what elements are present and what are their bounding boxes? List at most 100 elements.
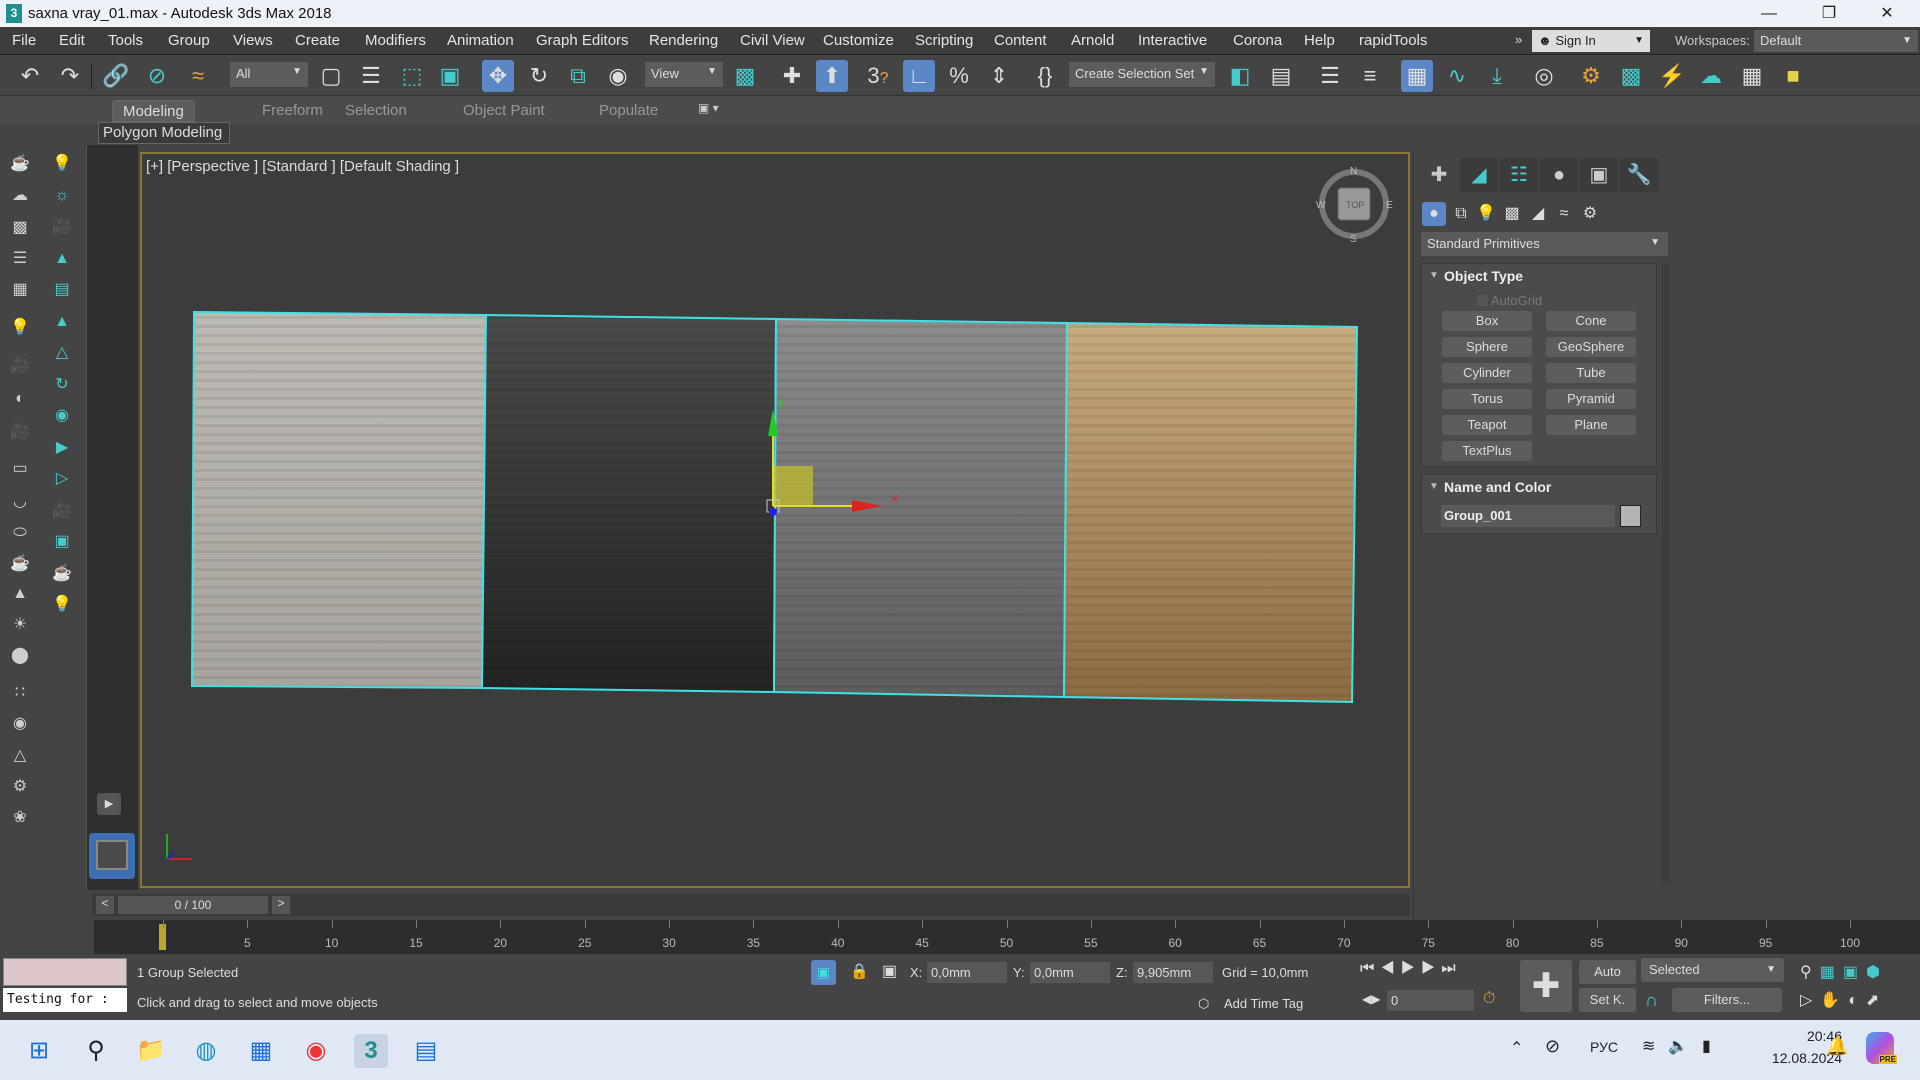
select-and-manipulate-icon[interactable]: ✚ [776,60,808,92]
menu-create[interactable]: Create [295,32,340,49]
prev-frame-button[interactable]: < [96,896,114,914]
default-tangents-icon[interactable]: ∩ [1645,990,1658,1011]
teapot-button[interactable]: Teapot [1442,415,1532,435]
menu-rendering[interactable]: Rendering [649,32,718,49]
orbit-icon[interactable]: ◐ [1848,992,1866,1009]
notepad-icon[interactable]: ▤ [409,1034,443,1068]
named-selection-set-dropdown[interactable]: Create Selection Set ▼ [1069,62,1215,87]
store-icon[interactable]: ▦ [244,1034,278,1068]
time-configuration-icon[interactable]: ⏱ [1483,990,1495,1008]
start-icon[interactable]: ⊞ [22,1034,56,1068]
menu-file[interactable]: File [12,32,36,49]
teapot-outline-icon[interactable]: ☕ [50,563,74,585]
physical-camera-icon[interactable]: ◐ [8,388,32,410]
cylinder-button[interactable]: Cylinder [1442,363,1532,383]
grass-icon[interactable]: ❀ [8,807,32,829]
select-and-scale-icon[interactable]: ⧉ [562,60,594,92]
utilities-tab-icon[interactable]: 🔧 [1620,158,1658,192]
unlink-selection-icon[interactable]: ⊘ [141,60,173,92]
list-icon[interactable]: ☰ [8,248,32,270]
workspace-dropdown[interactable]: Default ▼ [1754,30,1918,52]
undo-icon[interactable]: ↶ [14,60,46,92]
cameras-icon[interactable]: ▩ [1500,202,1524,226]
reference-coordinate-dropdown[interactable]: View ▼ [645,62,723,87]
hierarchy-tab-icon[interactable]: ☷ [1500,158,1538,192]
minimize-button[interactable]: — [1740,0,1798,27]
space-warps-icon[interactable]: ≈ [1552,202,1576,226]
teapot-icon[interactable]: ☕ [8,153,32,175]
menu-arnold[interactable]: Arnold [1071,32,1114,49]
tree-scatter-icon[interactable]: ▲ [50,311,74,333]
restore-button[interactable]: ❐ [1800,0,1858,27]
next-frame-button[interactable]: > [272,896,290,914]
file-explorer-icon[interactable]: 📁 [134,1034,168,1068]
material-editor-icon[interactable]: ◎ [1528,60,1560,92]
key-mode-toggle-icon[interactable]: ◀▶ [1362,992,1380,1006]
display-tab-icon[interactable]: ▣ [1580,158,1618,192]
pan-icon[interactable]: ✋ [1820,992,1848,1009]
box-button[interactable]: Box [1442,311,1532,331]
viewcube[interactable]: TOP N S E W [1316,166,1393,245]
ribbon-panel-polygon-modeling[interactable]: Polygon Modeling [98,122,230,144]
zoom-all-icon[interactable]: ▦ [1820,964,1843,981]
ribbon-options-icon[interactable]: ▣ ▾ [698,101,719,115]
create-tab-icon[interactable]: ✚ [1420,158,1458,192]
sun-light-icon[interactable]: ☼ [50,185,74,207]
play-icon[interactable]: ▶ [1401,960,1421,977]
menu-overflow-icon[interactable]: » [1515,32,1522,47]
red-camera-icon[interactable]: 🎥 [8,421,32,443]
edit-named-selection-icon[interactable]: {} [1029,60,1061,92]
y-coordinate-input[interactable]: 0,0mm [1030,962,1110,983]
next-key-icon[interactable]: ▶ [1421,960,1441,977]
plane-light-gray[interactable] [190,310,488,690]
panel-icon[interactable]: ▣ [50,531,74,553]
trees-icon[interactable]: ▲ [50,248,74,270]
motion-tab-icon[interactable]: ● [1540,158,1578,192]
tube-button[interactable]: Tube [1546,363,1636,383]
menu-scripting[interactable]: Scripting [915,32,973,49]
redo-icon[interactable]: ↷ [54,60,86,92]
absolute-mode-icon[interactable]: ▣ [882,961,897,981]
volume-icon[interactable]: 🔈 [1668,1036,1688,1056]
go-to-end-icon[interactable]: ⏭ [1441,960,1461,977]
expand-layout-icon[interactable]: ▶ [97,793,121,815]
battery-icon[interactable]: ▮ [1702,1036,1711,1056]
show-hidden-icons[interactable]: ⌃ [1510,1038,1523,1058]
window-crossing-icon[interactable]: ▣ [434,60,466,92]
3ds-max-taskbar-icon[interactable]: 3 [354,1034,388,1068]
render-in-cloud-icon[interactable]: ☁ [1695,60,1727,92]
sphere-button[interactable]: Sphere [1442,337,1532,357]
plane-sepia[interactable] [1062,321,1359,704]
key-filters-button[interactable]: Filters... [1672,988,1782,1012]
disc-light-icon[interactable]: ⬭ [8,522,32,544]
plane-button[interactable]: Plane [1546,415,1636,435]
isolate-selection-icon[interactable]: ▣ [811,960,836,985]
render-gallery-icon[interactable]: ▦ [1736,60,1768,92]
helpers-icon[interactable]: ◢ [1526,202,1550,226]
copilot-icon[interactable]: PRE [1866,1032,1897,1064]
set-key-button[interactable]: Set K. [1579,988,1636,1012]
geosphere-button[interactable]: GeoSphere [1546,337,1636,357]
percent-snap-icon[interactable]: % [943,60,975,92]
bind-to-space-warp-icon[interactable]: ≈ [182,60,214,92]
render-production-icon[interactable]: ⚡ [1656,60,1688,92]
tab-object-paint[interactable]: Object Paint [453,100,555,122]
area-light-icon[interactable]: ▭ [8,458,32,480]
object-name-input[interactable]: Group_001 [1441,505,1615,527]
cone-light-icon[interactable]: ▲ [8,583,32,605]
camera-icon[interactable]: 🎥 [8,355,32,377]
keyboard-shortcut-override-icon[interactable]: ⬆ [816,60,848,92]
shapes-icon[interactable]: ⧉ [1449,202,1473,226]
sphere-light-icon[interactable]: ⬤ [8,645,32,667]
cone-button[interactable]: Cone [1546,311,1636,331]
field-of-view-icon[interactable]: ▷ [1800,992,1820,1009]
yellow-toolbar-icon[interactable]: ■ [1777,60,1809,92]
schematic-view-icon[interactable]: ⤓ [1481,60,1513,92]
track-bar[interactable]: 5 10 15 20 25 30 35 40 45 50 55 60 65 70 75 80 85 90 95 100 [94,920,1920,954]
selection-lock-icon[interactable]: 🔒 [850,962,869,980]
rectangular-selection-icon[interactable]: ⬚ [396,60,428,92]
collapse-icon[interactable]: ▼ [1429,481,1439,492]
tree-icon[interactable]: △ [50,342,74,364]
object-color-swatch[interactable] [1620,505,1641,527]
layers-icon[interactable]: ▤ [50,279,74,301]
